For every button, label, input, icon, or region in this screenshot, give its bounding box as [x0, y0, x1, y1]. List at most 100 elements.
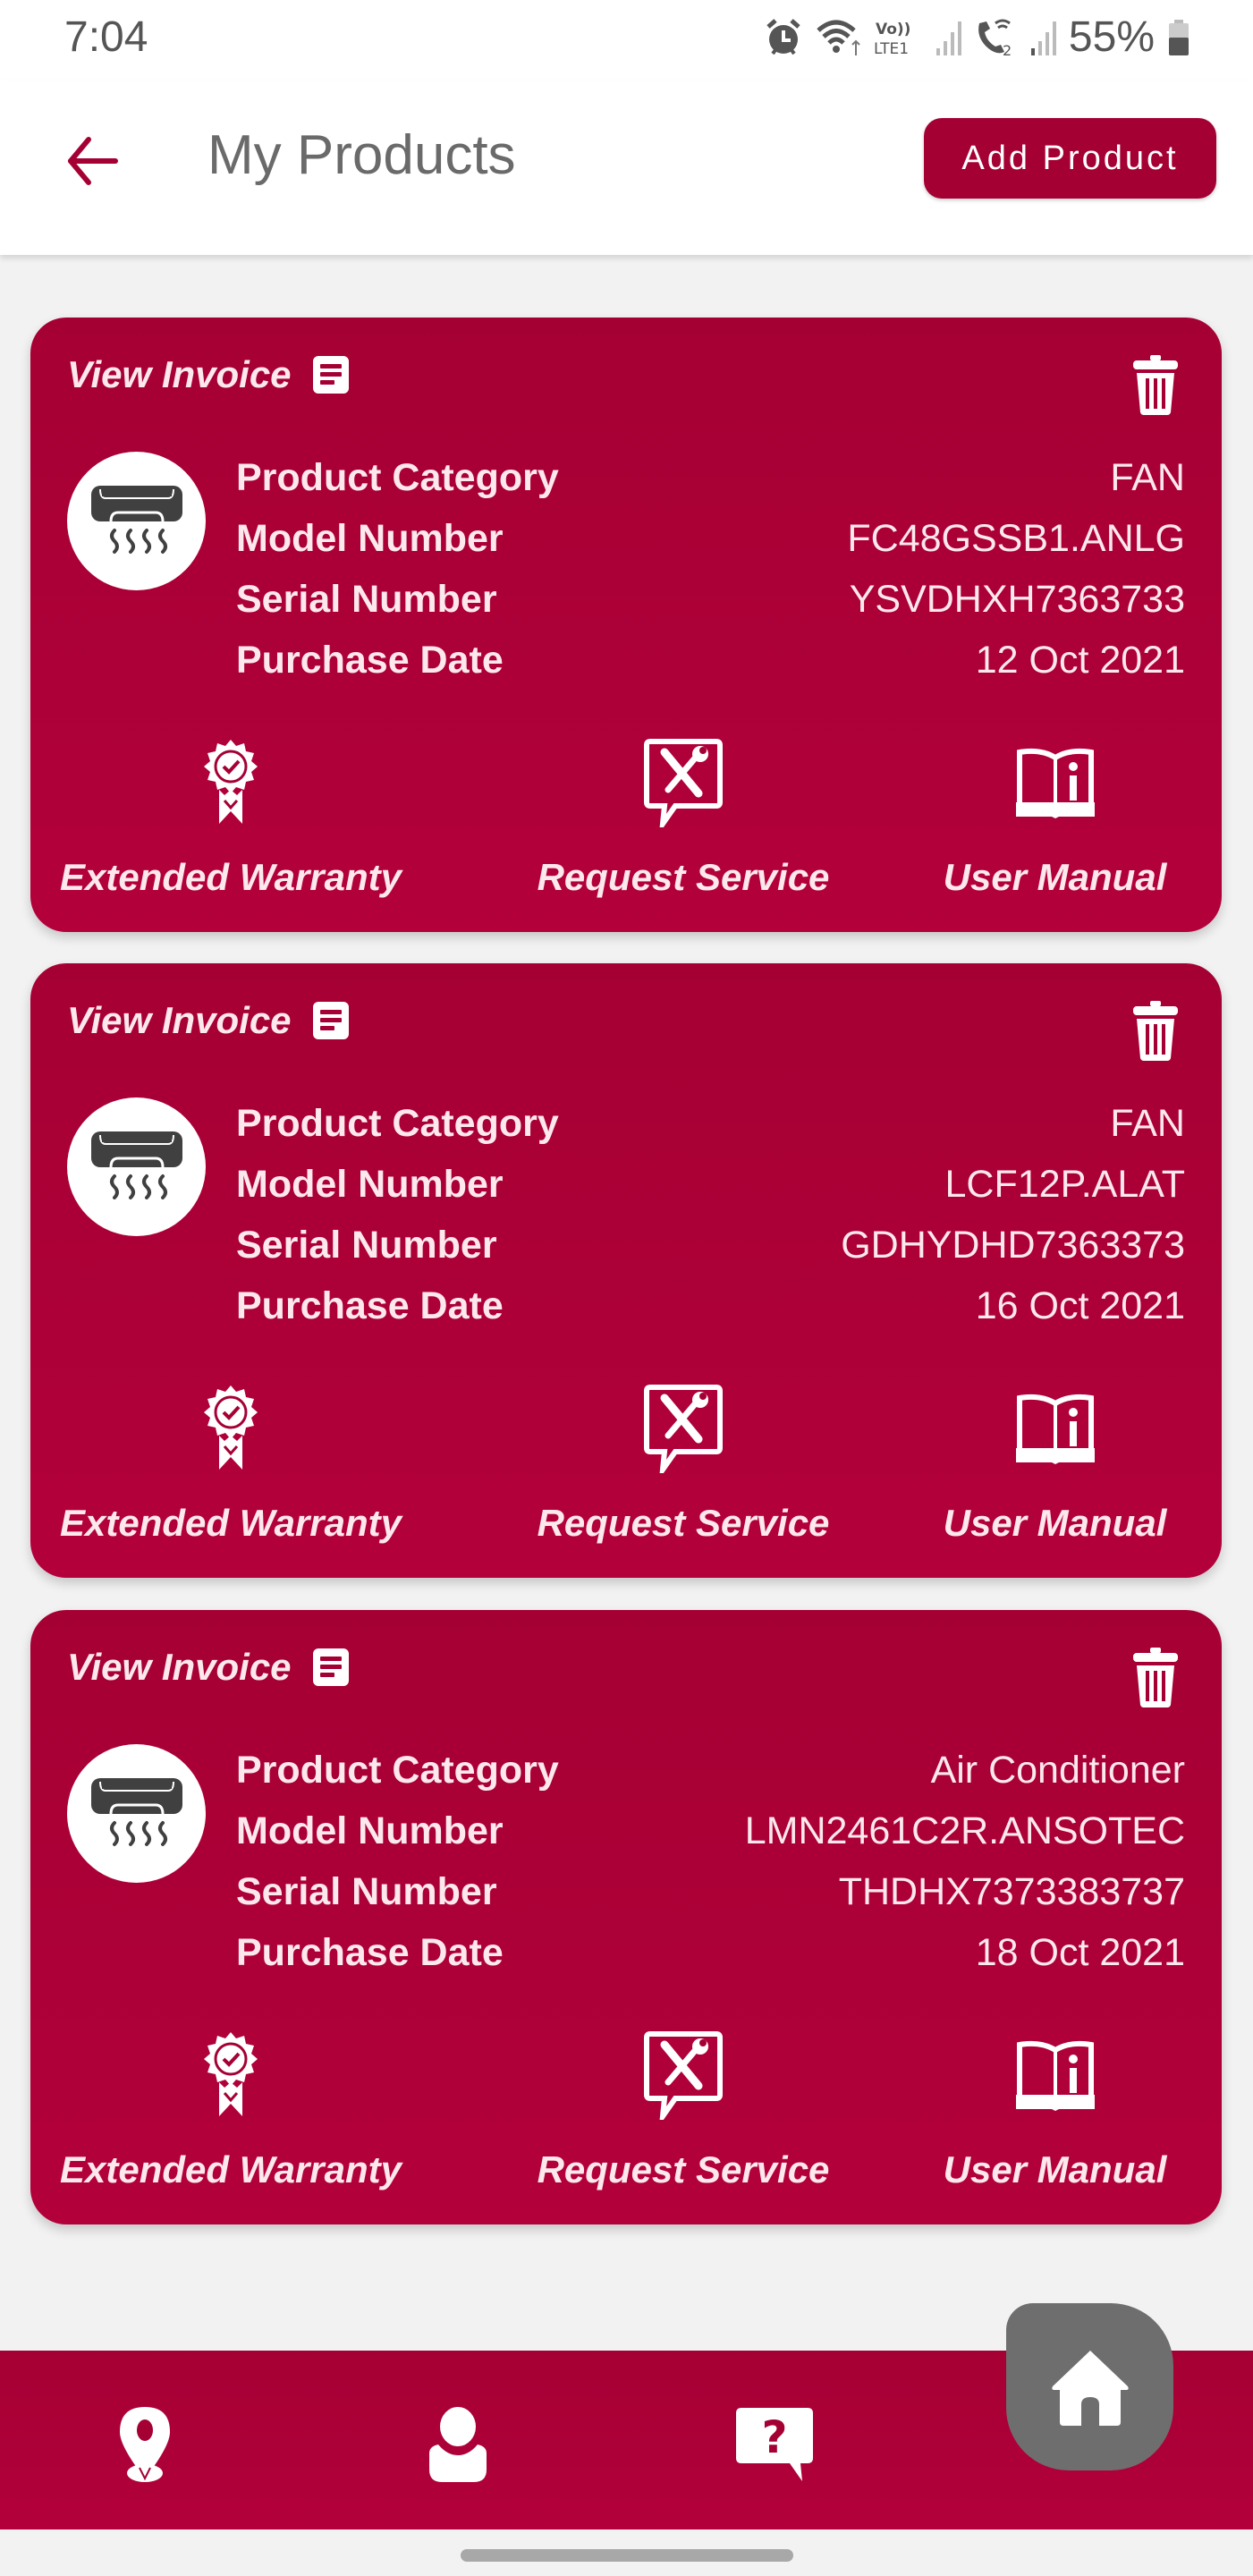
svg-text:Vo)): Vo)) [876, 21, 910, 38]
home-button[interactable] [1006, 2303, 1173, 2470]
status-bar: 7:04 Vo)) LTE1 2 55% [0, 0, 1253, 80]
product-image [67, 452, 206, 590]
invoice-document-icon [312, 356, 349, 394]
detail-row-purchase-date: Purchase Date 16 Oct 2021 [236, 1275, 1185, 1336]
user-manual-button[interactable]: User Manual [925, 738, 1185, 899]
model-number-value: LCF12P.ALAT [944, 1162, 1186, 1206]
detail-row-category: Product Category FAN [236, 1093, 1185, 1154]
wifi-calling-icon: 2 [978, 19, 1012, 57]
trash-icon [1133, 355, 1178, 415]
user-manual-icon [1015, 748, 1095, 818]
status-icons: Vo)) LTE1 2 55% [765, 13, 1190, 62]
purchase-date-value: 16 Oct 2021 [975, 1284, 1185, 1327]
delete-product-button[interactable] [1130, 353, 1181, 416]
category-value: FAN [1110, 455, 1185, 499]
serial-number-label: Serial Number [236, 1869, 497, 1913]
request-service-button[interactable]: Request Service [513, 738, 853, 899]
detail-row-serial: Serial Number YSVDHXH7363733 [236, 569, 1185, 630]
detail-row-model: Model Number LMN2461C2R.ANSOTEC [236, 1801, 1185, 1861]
user-manual-icon [1015, 1394, 1095, 1464]
product-card: View Invoice Product Category FAN Model … [30, 318, 1222, 932]
detail-row-model: Model Number FC48GSSB1.ANLG [236, 508, 1185, 569]
request-service-icon [644, 2031, 723, 2120]
view-invoice-link[interactable]: View Invoice [67, 999, 349, 1042]
detail-row-category: Product Category FAN [236, 447, 1185, 508]
help-chat-icon: ? [736, 2408, 813, 2481]
battery-percent: 55% [1068, 13, 1155, 61]
air-conditioner-icon [90, 1131, 182, 1199]
warranty-badge-icon [204, 1385, 258, 1470]
detail-row-category: Product Category Air Conditioner [236, 1740, 1185, 1801]
product-actions: Extended Warranty Request Service User M… [30, 738, 1222, 899]
user-icon [429, 2407, 487, 2482]
serial-number-value: GDHYDHD7363373 [841, 1223, 1185, 1267]
extended-warranty-button[interactable]: Extended Warranty [60, 2030, 402, 2191]
back-button[interactable] [61, 130, 123, 192]
view-invoice-label: View Invoice [67, 353, 292, 395]
signal-icon [936, 21, 961, 55]
home-icon [1051, 2350, 1129, 2426]
delete-product-button[interactable] [1130, 1646, 1181, 1708]
air-conditioner-icon [90, 1777, 182, 1846]
product-card: View Invoice Product Category Air Condit… [30, 1610, 1222, 2224]
extended-warranty-button[interactable]: Extended Warranty [60, 1384, 402, 1545]
request-service-icon [644, 1385, 723, 1473]
view-invoice-label: View Invoice [67, 1646, 292, 1688]
volte-lte-icon: Vo)) LTE1 [874, 21, 910, 57]
request-service-icon [644, 739, 723, 827]
category-value: FAN [1110, 1101, 1185, 1145]
extended-warranty-label: Extended Warranty [60, 2148, 402, 2190]
user-manual-button[interactable]: User Manual [925, 2030, 1185, 2191]
status-time: 7:04 [64, 13, 148, 61]
page-title: My Products [207, 124, 516, 186]
model-number-label: Model Number [236, 516, 504, 560]
extended-warranty-button[interactable]: Extended Warranty [60, 738, 402, 899]
arrow-left-icon [68, 137, 118, 185]
nav-help-button[interactable]: ? [725, 2395, 824, 2494]
product-image [67, 1744, 206, 1883]
user-manual-label: User Manual [943, 1502, 1167, 1544]
view-invoice-label: View Invoice [67, 999, 292, 1041]
purchase-date-value: 12 Oct 2021 [975, 638, 1185, 682]
request-service-button[interactable]: Request Service [513, 1384, 853, 1545]
svg-text:LTE1: LTE1 [874, 40, 909, 57]
user-manual-label: User Manual [943, 856, 1167, 898]
view-invoice-link[interactable]: View Invoice [67, 353, 349, 396]
gesture-navigation-bar[interactable] [461, 2549, 793, 2562]
app-header: My Products Add Product [0, 80, 1253, 255]
signal-icon [1030, 21, 1056, 55]
trash-icon [1133, 1648, 1178, 1707]
product-details: Product Category FAN Model Number FC48GS… [236, 447, 1185, 691]
request-service-label: Request Service [537, 1502, 830, 1544]
category-label: Product Category [236, 1748, 559, 1792]
product-details: Product Category Air Conditioner Model N… [236, 1740, 1185, 1983]
request-service-button[interactable]: Request Service [513, 2030, 853, 2191]
detail-row-model: Model Number LCF12P.ALAT [236, 1154, 1185, 1215]
product-actions: Extended Warranty Request Service User M… [30, 2030, 1222, 2191]
svg-text:2: 2 [1003, 42, 1012, 57]
user-manual-button[interactable]: User Manual [925, 1384, 1185, 1545]
extended-warranty-label: Extended Warranty [60, 1502, 402, 1544]
category-label: Product Category [236, 455, 559, 499]
warranty-badge-icon [204, 2032, 258, 2116]
invoice-document-icon [312, 1002, 349, 1039]
product-actions: Extended Warranty Request Service User M… [30, 1384, 1222, 1545]
location-pin-icon [120, 2407, 170, 2482]
category-label: Product Category [236, 1101, 559, 1145]
purchase-date-label: Purchase Date [236, 1930, 504, 1974]
add-product-button[interactable]: Add Product [924, 118, 1216, 199]
detail-row-purchase-date: Purchase Date 12 Oct 2021 [236, 630, 1185, 691]
view-invoice-link[interactable]: View Invoice [67, 1646, 349, 1689]
nav-location-button[interactable] [96, 2395, 194, 2494]
delete-product-button[interactable] [1130, 999, 1181, 1062]
nav-profile-button[interactable] [409, 2395, 507, 2494]
category-value: Air Conditioner [930, 1748, 1185, 1792]
serial-number-value: YSVDHXH7363733 [849, 577, 1185, 621]
model-number-value: FC48GSSB1.ANLG [847, 516, 1185, 560]
model-number-value: LMN2461C2R.ANSOTEC [744, 1809, 1185, 1852]
request-service-label: Request Service [537, 856, 830, 898]
model-number-label: Model Number [236, 1809, 504, 1852]
battery-icon [1169, 19, 1189, 55]
model-number-label: Model Number [236, 1162, 504, 1206]
detail-row-serial: Serial Number THDHX7373383737 [236, 1861, 1185, 1922]
